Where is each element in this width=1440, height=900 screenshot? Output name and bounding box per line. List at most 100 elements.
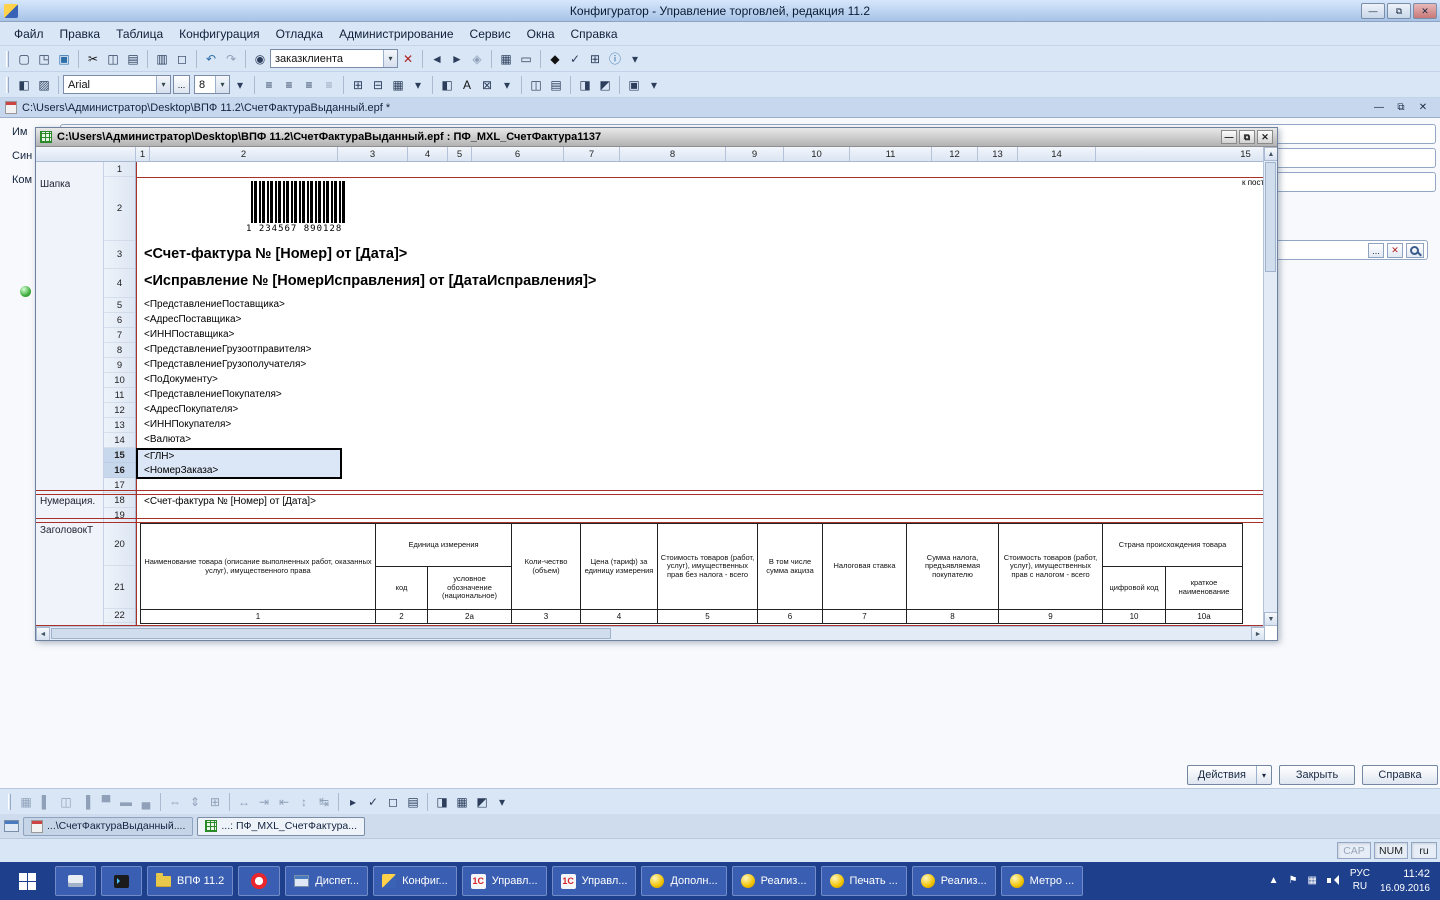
th-name[interactable]: Наименование товара (описание выполненны… — [141, 524, 376, 610]
row-header[interactable]: 11 — [104, 388, 135, 403]
column-header[interactable]: 10 — [784, 147, 850, 161]
text-color-icon[interactable]: A — [457, 76, 477, 94]
ruler-icon[interactable]: ▭ — [516, 50, 536, 68]
menu-edit[interactable]: Правка — [52, 24, 109, 44]
row-header[interactable]: 6 — [104, 313, 135, 328]
font-size-combobox[interactable]: 8 ▾ — [194, 75, 230, 94]
tab-order-icon[interactable]: ↹ — [314, 793, 334, 811]
freeze-icon[interactable]: ◨ — [575, 76, 595, 94]
horizontal-scroll-thumb[interactable] — [51, 628, 611, 639]
align-bottom-edges-icon[interactable]: ▄ — [136, 793, 156, 811]
font-combobox[interactable]: Arial ▾ — [63, 75, 171, 94]
tab-form-editor[interactable]: ...\СчетФактураВыданный.... — [23, 817, 193, 836]
row-header[interactable]: 13 — [104, 418, 135, 433]
taskbar-devices-button[interactable] — [55, 866, 96, 896]
tab-spreadsheet-template[interactable]: ...: ПФ_MXL_СчетФактура... — [197, 817, 365, 836]
row-header[interactable]: 9 — [104, 358, 135, 373]
sheet-cells[interactable]: 1 234567 890128 к постановлению Правит <… — [136, 162, 1265, 626]
merge-more-icon[interactable]: ▾ — [497, 76, 517, 94]
section-table-header[interactable]: ЗаголовокТ — [40, 525, 93, 536]
scroll-down-icon[interactable]: ▼ — [1264, 612, 1277, 626]
paste-icon[interactable]: ▤ — [123, 50, 143, 68]
th-tax-rate[interactable]: Налоговая ставка — [823, 524, 907, 610]
picture-icon[interactable]: ▣ — [624, 76, 644, 94]
cell-text[interactable]: <АдресПоставщика> — [144, 314, 241, 325]
row-header[interactable]: 19 — [104, 508, 135, 523]
scroll-up-icon[interactable]: ▲ — [1264, 147, 1277, 161]
cell-text-selected[interactable]: <ГЛН> — [144, 451, 174, 462]
row-header[interactable]: 2 — [104, 177, 135, 241]
row-header[interactable]: 18 — [104, 493, 135, 508]
windows-list-icon[interactable] — [4, 820, 19, 832]
headers-icon[interactable]: ◫ — [526, 76, 546, 94]
th-num[interactable]: 2 — [376, 610, 428, 624]
cell-text[interactable]: <ИННПоставщика> — [144, 329, 234, 340]
column-header[interactable]: 11 — [850, 147, 932, 161]
minimize-button[interactable]: — — [1361, 3, 1385, 19]
fill-color-icon[interactable]: ◧ — [437, 76, 457, 94]
taskbar-configurator-button[interactable]: Конфиг... — [373, 866, 457, 896]
mxl-restore-button[interactable]: ⧉ — [1239, 130, 1255, 144]
th-country-code[interactable]: цифровой код — [1103, 567, 1166, 610]
module-icon[interactable]: ▤ — [403, 793, 423, 811]
th-num[interactable]: 7 — [823, 610, 907, 624]
cell-text[interactable]: <ПредставлениеПокупателя> — [144, 389, 282, 400]
spreadsheet-window-titlebar[interactable]: C:\Users\Администратор\Desktop\ВПФ 11.2\… — [36, 128, 1277, 147]
th-country-name[interactable]: краткое наименование — [1166, 567, 1243, 610]
taskbar-window-button[interactable]: Метро ... — [1001, 866, 1084, 896]
h-spacing-icon[interactable]: ↔ — [234, 793, 254, 811]
form-preview-icon[interactable]: ◻ — [383, 793, 403, 811]
taskbar-window-button[interactable]: Печать ... — [821, 866, 907, 896]
cell-invoice-title[interactable]: <Счет-фактура № [Номер] от [Дата]> — [144, 246, 407, 262]
save-icon[interactable]: ▣ — [54, 50, 74, 68]
row-header[interactable]: 1 — [104, 162, 135, 177]
doc-restore-icon[interactable]: ⧉ — [1393, 102, 1409, 113]
menu-windows[interactable]: Окна — [519, 24, 563, 44]
th-country[interactable]: Страна происхождения товара — [1103, 524, 1243, 567]
border-more-icon[interactable]: ▾ — [408, 76, 428, 94]
column-header[interactable]: 2 — [150, 147, 338, 161]
align-right-icon[interactable]: ≡ — [299, 76, 319, 94]
language-indicator[interactable]: РУС RU — [1350, 868, 1370, 893]
row-header[interactable]: 21 — [104, 566, 135, 609]
row-header[interactable]: 14 — [104, 433, 135, 448]
column-header[interactable]: 15 — [1096, 147, 1277, 161]
taskbar-window-button[interactable]: Дополн... — [641, 866, 726, 896]
cell-text[interactable]: <АдресПокупателя> — [144, 404, 238, 415]
taskbar-window-button[interactable]: Реализ... — [732, 866, 816, 896]
combo-arrow-icon[interactable]: ▾ — [215, 76, 229, 93]
template-icon[interactable]: ▦ — [496, 50, 516, 68]
section-header[interactable]: Шапка — [40, 179, 70, 190]
cell-text[interactable]: <ПредставлениеПоставщика> — [144, 299, 285, 310]
th-price[interactable]: Цена (тариф) за единицу измерения — [581, 524, 658, 610]
menu-administration[interactable]: Администрирование — [331, 24, 461, 44]
th-excise[interactable]: В том числе сумма акциза — [758, 524, 823, 610]
grid-icon[interactable]: ▤ — [546, 76, 566, 94]
restore-button[interactable]: ⧉ — [1387, 3, 1411, 19]
check-form-icon[interactable]: ✓ — [363, 793, 383, 811]
th-num[interactable]: 6 — [758, 610, 823, 624]
open-field-button[interactable] — [1406, 243, 1424, 258]
cut-icon[interactable]: ✂ — [83, 50, 103, 68]
th-unit-code[interactable]: код — [376, 567, 428, 610]
taskbar-task-manager-button[interactable]: Диспет... — [285, 866, 368, 896]
keyboard-language-indicator[interactable]: ru — [1411, 842, 1437, 859]
taskbar-1c-button[interactable]: 1СУправл... — [462, 866, 547, 896]
scroll-right-icon[interactable]: ► — [1251, 627, 1265, 640]
cell-text[interactable]: <ИННПокупателя> — [144, 419, 231, 430]
same-width-icon[interactable]: ⇔ — [165, 793, 185, 811]
picture-more-icon[interactable]: ▾ — [644, 76, 664, 94]
print-preview-icon[interactable]: ◻ — [172, 50, 192, 68]
properties-icon[interactable]: ▨ — [34, 76, 54, 94]
align-h-centers-icon[interactable]: ◫ — [56, 793, 76, 811]
section-numbering[interactable]: Нумерация. — [40, 496, 95, 507]
th-num[interactable]: 9 — [999, 610, 1103, 624]
choose-button[interactable]: ... — [1368, 243, 1384, 258]
align-justify-icon[interactable]: ≡ — [319, 76, 339, 94]
row-header[interactable]: 4 — [104, 269, 135, 298]
print-icon[interactable]: ▥ — [152, 50, 172, 68]
borders-icon[interactable]: ⊞ — [348, 76, 368, 94]
toolbar-more-icon[interactable]: ▾ — [625, 50, 645, 68]
panel-icon[interactable]: ▦ — [1307, 875, 1316, 886]
align-v-centers-icon[interactable]: ▬ — [116, 793, 136, 811]
